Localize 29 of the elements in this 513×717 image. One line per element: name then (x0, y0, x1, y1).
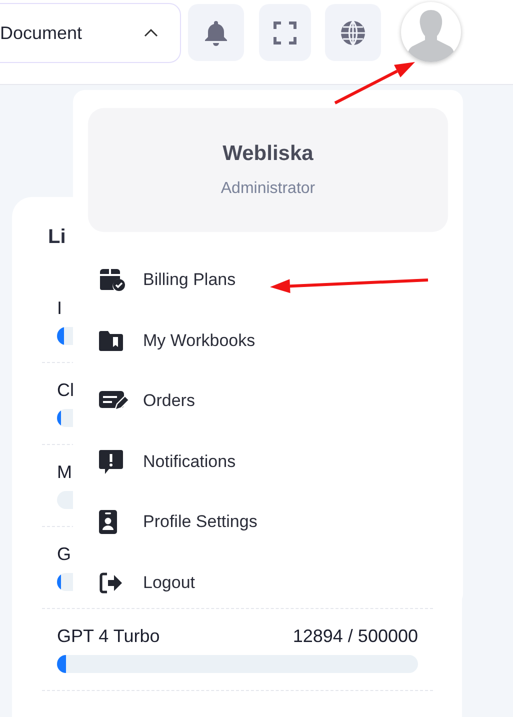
menu-item[interactable]: My Workbooks (143, 330, 256, 351)
folder-bookmark-icon (99, 330, 123, 352)
fullscreen-button[interactable] (259, 4, 311, 61)
notifications-button[interactable] (188, 4, 244, 61)
menu-item[interactable]: Profile Settings (143, 512, 258, 532)
logout-icon (99, 572, 123, 594)
menu-item[interactable]: Billing Plans (143, 270, 236, 290)
usage-count: 12894 / 500000 (292, 625, 418, 647)
person-silhouette-icon (407, 8, 455, 62)
user-name: Webliska (222, 142, 314, 166)
fullscreen-icon (273, 20, 297, 44)
globe-icon (340, 20, 366, 46)
model-name: G (57, 543, 72, 565)
model-name: Cl (57, 379, 74, 401)
model-name: M (57, 461, 72, 483)
document-select[interactable]: Document (0, 3, 181, 63)
document-select-value: Document (0, 22, 82, 44)
card-title: Li (48, 225, 67, 249)
menu-item[interactable]: Orders (143, 391, 195, 412)
language-button[interactable] (325, 4, 381, 61)
menu-item[interactable]: Notifications (143, 452, 236, 472)
package-check-icon (99, 268, 126, 292)
bell-icon (204, 20, 228, 46)
menu-item[interactable]: Logout (143, 572, 195, 593)
id-badge-icon (99, 510, 117, 534)
model-name: GPT 4 Turbo (57, 625, 160, 647)
user-role: Administrator (220, 180, 316, 198)
model-name: I (57, 297, 62, 319)
alert-message-icon (99, 450, 123, 474)
